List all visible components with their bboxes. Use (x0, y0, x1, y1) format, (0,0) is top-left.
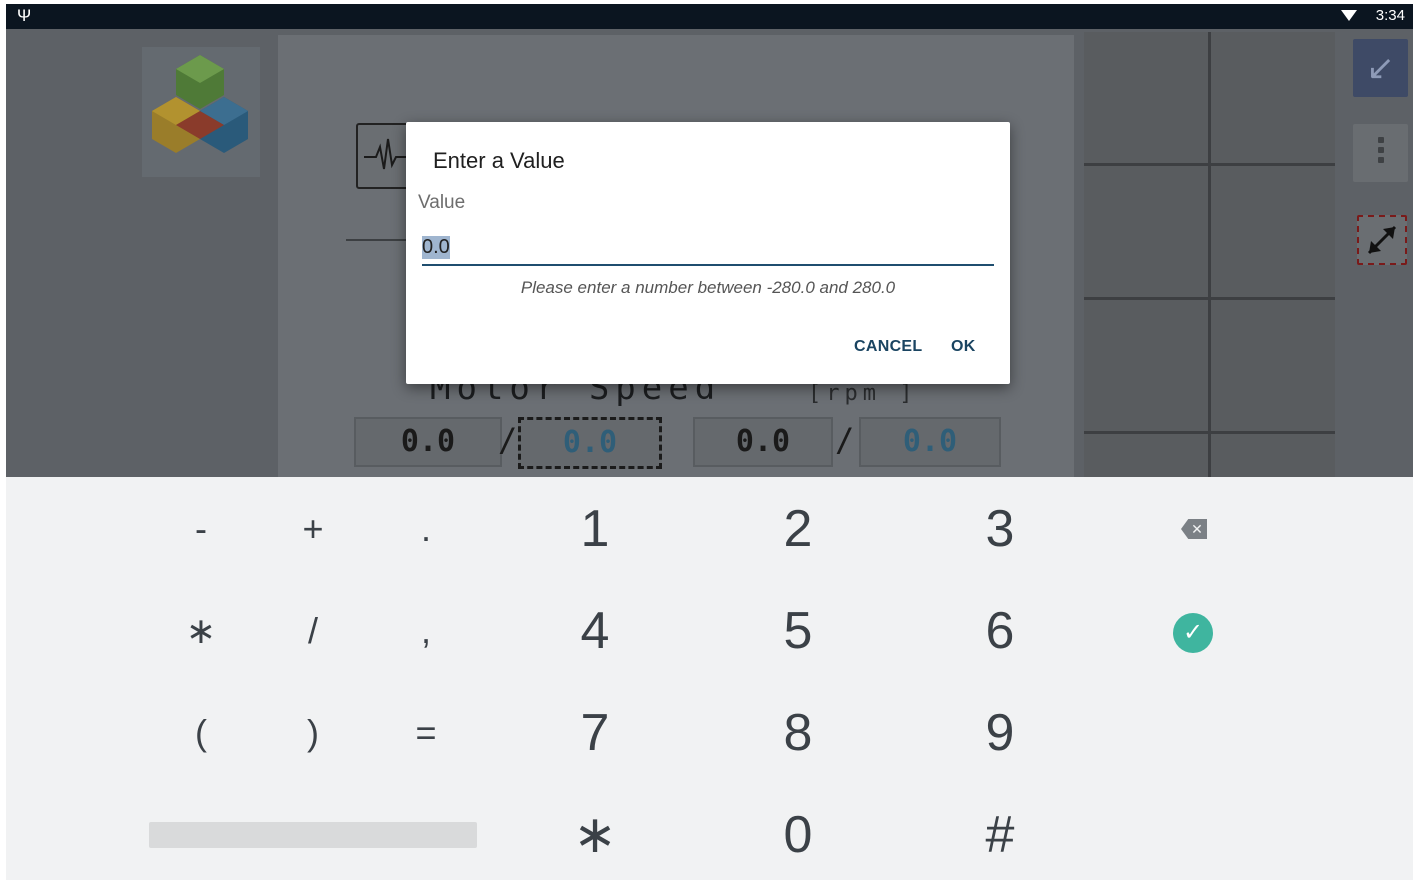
key-equals[interactable]: = (376, 693, 476, 773)
resize-button[interactable] (1357, 215, 1407, 265)
key-comma[interactable]: , (376, 591, 476, 671)
more-vertical-icon (1378, 137, 1384, 167)
usb-icon: Ψ (17, 6, 32, 25)
status-bar: Ψ 3:34 (6, 4, 1413, 29)
grid-tile[interactable] (1084, 434, 1208, 477)
setpoint-field-1[interactable]: 0.0 (518, 417, 662, 469)
grid-tile[interactable] (1211, 166, 1335, 297)
key-5[interactable]: 5 (748, 591, 848, 671)
unit-label: [rpm ] (808, 381, 918, 406)
value-field-label: Value (418, 192, 466, 213)
backspace-icon[interactable]: ✕ (1181, 519, 1207, 539)
key-7[interactable]: 7 (545, 693, 645, 773)
grid-tile[interactable] (1211, 32, 1335, 163)
setpoint-field-2[interactable]: 0.0 (859, 417, 1001, 467)
key-2[interactable]: 2 (748, 489, 848, 569)
screen: Ψ 3:34 Motor Speed [rpm ] 0.0 / 0.0 0.0 … (6, 4, 1413, 880)
app-logo (142, 47, 260, 177)
key-star[interactable]: ∗ (545, 795, 645, 875)
key-8[interactable]: 8 (748, 693, 848, 773)
enter-value-dialog: Enter a Value Value Please enter a numbe… (406, 122, 1010, 384)
key-period[interactable]: . (376, 489, 476, 569)
key-minus[interactable]: - (151, 489, 251, 569)
grid-tile[interactable] (1084, 300, 1208, 431)
overflow-menu-button[interactable] (1353, 124, 1408, 182)
resize-icon (1367, 225, 1397, 255)
key-0[interactable]: 0 (748, 795, 848, 875)
key-slash[interactable]: / (263, 591, 363, 671)
grid-tile[interactable] (1211, 434, 1335, 477)
actual-value-1: 0.0 (354, 417, 502, 467)
cancel-button[interactable]: CANCEL (854, 338, 922, 356)
value-input[interactable] (422, 230, 994, 266)
arrow-down-left-icon: ↙ (1366, 49, 1395, 87)
key-3[interactable]: 3 (950, 489, 1050, 569)
collapse-button[interactable]: ↙ (1353, 39, 1408, 97)
space-key[interactable] (149, 822, 477, 848)
ok-button[interactable]: OK (951, 338, 976, 356)
key-6[interactable]: 6 (950, 591, 1050, 671)
key-close-paren[interactable]: ) (263, 693, 363, 773)
value-separator: / (498, 421, 518, 459)
grid-tile[interactable] (1084, 166, 1208, 297)
range-hint: Please enter a number between -280.0 and… (520, 278, 896, 297)
actual-value-2: 0.0 (693, 417, 833, 467)
key-hash[interactable]: # (950, 795, 1050, 875)
grid-tile[interactable] (1084, 32, 1208, 163)
key-1[interactable]: 1 (545, 489, 645, 569)
wifi-icon (1341, 10, 1357, 21)
dialog-title: Enter a Value (433, 148, 565, 173)
tile-grid (1084, 32, 1335, 477)
enter-check-icon[interactable]: ✓ (1173, 613, 1213, 653)
grid-tile[interactable] (1211, 300, 1335, 431)
key-9[interactable]: 9 (950, 693, 1050, 773)
numeric-keyboard: - + . 1 2 3 ✕ ∗ / , 4 5 6 ✓ ( ) = 7 8 9 … (6, 477, 1413, 880)
status-clock: 3:34 (1375, 7, 1405, 24)
key-asterisk[interactable]: ∗ (151, 591, 251, 671)
value-separator: / (835, 421, 855, 459)
key-open-paren[interactable]: ( (151, 693, 251, 773)
key-4[interactable]: 4 (545, 591, 645, 671)
key-plus[interactable]: + (263, 489, 363, 569)
